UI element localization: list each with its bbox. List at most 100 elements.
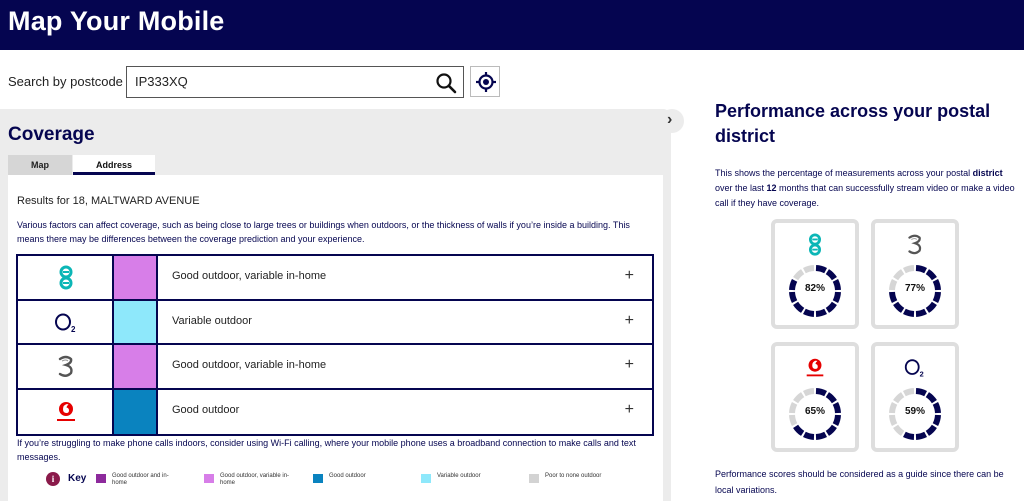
key-swatch — [204, 474, 214, 483]
tab-map[interactable]: Map — [8, 155, 72, 175]
percent-label: 65% — [804, 406, 825, 417]
key-label: Key — [68, 473, 87, 484]
key-item-label: Variable outdoor — [437, 473, 481, 479]
expand-icon[interactable]: + — [625, 401, 634, 419]
operator-row-three[interactable]: Good outdoor, variable in-home + — [18, 345, 652, 390]
ring-segment — [802, 431, 815, 440]
ring-segment — [893, 392, 905, 404]
coverage-status: Good outdoor — [172, 403, 240, 416]
o2-logo-icon: 2 — [55, 313, 76, 334]
key-item-label: Poor to none outdoor — [545, 473, 602, 479]
ring-segment — [925, 424, 937, 436]
key-swatch — [96, 474, 106, 483]
locate-me-button[interactable] — [470, 66, 500, 97]
coverage-intro: Various factors can affect coverage, suc… — [17, 220, 630, 244]
percent-label: 82% — [804, 283, 825, 294]
header-bar: Map Your Mobile — [0, 0, 1024, 50]
ring-segment — [893, 269, 905, 281]
ring-segment — [825, 424, 837, 436]
ring-segment — [793, 392, 805, 404]
ring-segment — [915, 308, 928, 317]
tab-address[interactable]: Address — [73, 155, 155, 175]
coverage-swatch — [114, 345, 158, 388]
key-item-label: Good outdoor and in-home — [112, 473, 169, 486]
key-item-label: Good outdoor, variable in-home — [220, 473, 290, 486]
key-swatch — [421, 474, 431, 483]
ring-segment — [793, 424, 805, 436]
ring-segment — [902, 265, 915, 274]
ring-segment — [915, 388, 928, 397]
performance-card-o2: 2 59% — [871, 342, 959, 452]
expand-icon[interactable]: + — [625, 356, 634, 374]
expand-icon[interactable]: + — [625, 312, 634, 330]
ring-segment — [793, 301, 805, 313]
search-icon — [436, 73, 457, 94]
address-results: Results for 18, MALTWARD AVENUE Various … — [8, 175, 663, 501]
search-button[interactable] — [435, 72, 457, 94]
key-swatch — [313, 474, 323, 483]
performance-note: Performance scores should be considered … — [715, 469, 1004, 495]
info-icon[interactable]: i — [46, 472, 60, 486]
ring-segment — [802, 265, 815, 274]
ring-segment — [802, 388, 815, 397]
performance-card-three: 77% — [871, 219, 959, 329]
results-heading: Results for 18, MALTWARD AVENUE — [17, 195, 200, 207]
ring-segment — [893, 424, 905, 436]
svg-text:2: 2 — [920, 369, 924, 378]
crosshair-icon — [476, 72, 496, 92]
operator-row-o2[interactable]: 2 Variable outdoor + — [18, 300, 652, 345]
coverage-status: Good outdoor, variable in-home — [172, 270, 327, 282]
ring-segment — [893, 301, 905, 313]
ring-segment — [815, 431, 828, 440]
ring-segment — [825, 269, 837, 281]
wifi-calling-tip: If you’re struggling to make phone calls… — [17, 438, 636, 462]
vodafone-logo-icon — [57, 401, 75, 421]
ring-segment — [825, 392, 837, 404]
key-swatch — [529, 474, 539, 483]
page-title: Map Your Mobile — [8, 6, 225, 36]
ring-segment — [902, 431, 915, 440]
key-item-label: Good outdoor — [329, 473, 366, 479]
coverage-swatch — [114, 389, 158, 434]
ring-segment — [915, 265, 928, 274]
performance-description: This shows the percentage of measurement… — [715, 168, 1015, 208]
svg-text:2: 2 — [71, 325, 76, 334]
operator-coverage-table: Good outdoor, variable in-home + 2 Varia… — [16, 254, 654, 436]
collapse-panel-button[interactable]: › — [660, 109, 684, 133]
coverage-title: Coverage — [8, 124, 95, 145]
coverage-status: Good outdoor, variable in-home — [172, 359, 327, 371]
percent-label: 77% — [904, 283, 925, 294]
coverage-panel: Coverage Map Address Results for 18, MAL… — [0, 109, 671, 501]
three-logo-icon — [908, 234, 922, 255]
ring-segment — [815, 265, 828, 274]
ring-segment — [925, 392, 937, 404]
search-field[interactable] — [126, 66, 464, 98]
postcode-input[interactable] — [135, 74, 425, 89]
performance-card-ee: 82% — [771, 219, 859, 329]
ee-logo-icon — [59, 265, 73, 290]
ring-segment — [902, 388, 915, 397]
ring-segment — [825, 301, 837, 313]
ring-segment — [793, 269, 805, 281]
operator-row-vodafone[interactable]: Good outdoor + — [18, 389, 652, 434]
ring-segment — [815, 308, 828, 317]
ee-logo-icon — [809, 233, 821, 256]
ring-segment — [915, 431, 928, 440]
ring-segment — [925, 269, 937, 281]
expand-icon[interactable]: + — [625, 267, 634, 285]
o2-logo-icon: 2 — [904, 359, 924, 378]
percent-label: 59% — [904, 406, 925, 417]
performance-title: Performance across your postal district — [715, 101, 991, 146]
ring-segment — [802, 308, 815, 317]
coverage-swatch — [114, 256, 158, 299]
performance-card-vodafone: 65% — [771, 342, 859, 452]
coverage-key: i Key Good outdoor and in-home Good outd… — [38, 472, 658, 494]
coverage-swatch — [114, 300, 158, 343]
operator-row-ee[interactable]: Good outdoor, variable in-home + — [18, 256, 652, 301]
three-logo-icon — [58, 355, 73, 377]
ring-segment — [902, 308, 915, 317]
vodafone-logo-icon — [806, 358, 824, 377]
search-label: Search by postcode — [8, 74, 123, 89]
ring-segment — [815, 388, 828, 397]
ring-segment — [925, 301, 937, 313]
